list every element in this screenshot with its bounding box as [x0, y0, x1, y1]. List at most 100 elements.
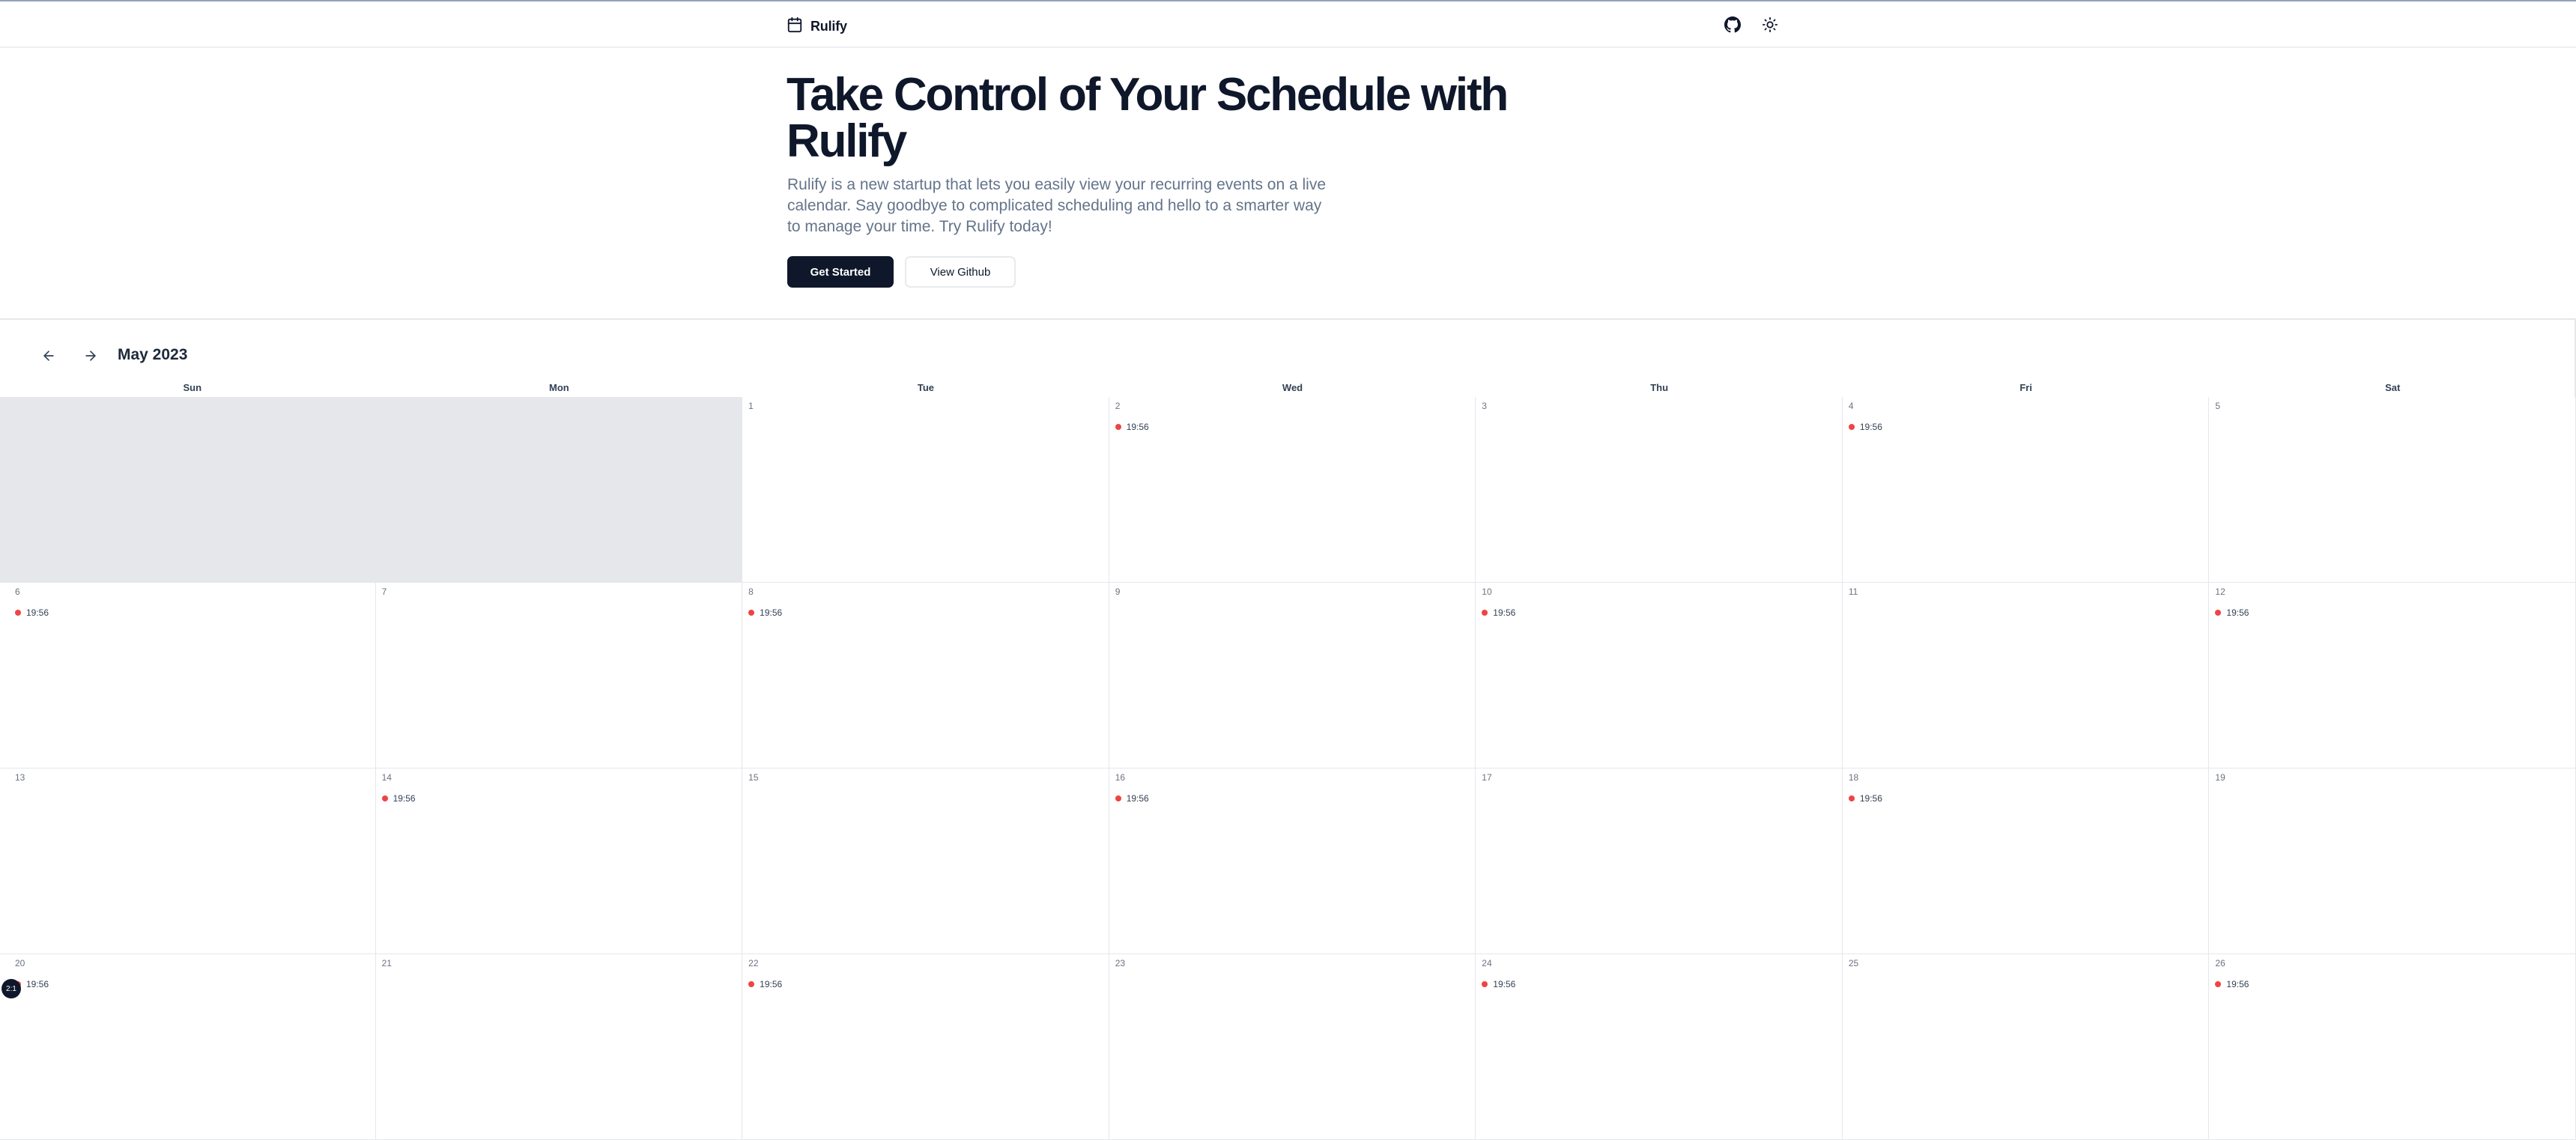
calendar-day-cell[interactable]: 18 19:56: [1842, 768, 2210, 954]
event-time: 19:56: [1859, 793, 1882, 804]
next-month-button[interactable]: [79, 345, 102, 367]
calendar-event[interactable]: 19:56: [381, 793, 416, 804]
day-number: 9: [1115, 586, 1121, 597]
event-time: 19:56: [2226, 607, 2249, 618]
calendar-day-cell[interactable]: 7: [375, 583, 743, 768]
calendar-day-cell[interactable]: 17: [1476, 768, 1843, 954]
calendar-day-cell[interactable]: 1: [742, 397, 1109, 583]
calendar-empty-cell: [0, 397, 376, 583]
day-number: 4: [1848, 401, 1854, 411]
weekday-label: Thu: [1650, 382, 1669, 393]
previous-month-button[interactable]: [37, 345, 60, 367]
hero-description: Rulify is a new startup that lets you ea…: [787, 176, 1326, 235]
hero-title: Take Control of Your Schedule with Rulif…: [787, 69, 1509, 167]
sun-icon[interactable]: [1760, 15, 1780, 34]
event-time: 19:56: [26, 607, 49, 618]
day-number: 14: [381, 772, 392, 783]
day-number: 1: [748, 401, 754, 411]
calendar-day-cell[interactable]: 19: [2209, 768, 2576, 954]
calendar-day-cell[interactable]: 6 19:56: [0, 583, 376, 768]
brand-name: Rulify: [810, 19, 847, 34]
calendar-event[interactable]: 19:56: [1115, 793, 1149, 804]
weekday-label: Sat: [2385, 382, 2401, 393]
calendar-day-cell[interactable]: 12 19:56: [2209, 583, 2576, 768]
brand-link[interactable]: Rulify: [787, 16, 847, 37]
calendar-event[interactable]: 19:56: [1482, 607, 1515, 618]
event-time: 19:56: [393, 793, 416, 804]
calendar-day-cell[interactable]: 9: [1109, 583, 1476, 768]
calendar-day-cell[interactable]: 20 19:56: [0, 954, 376, 1140]
day-number: 26: [2215, 958, 2225, 968]
arrow-right-icon: [85, 351, 96, 361]
day-number: 20: [15, 958, 25, 968]
weekday-header-row: Sun Mon Tue Wed Thu Fri Sat: [9, 382, 2576, 397]
calendar-event[interactable]: 19:56: [2215, 979, 2249, 989]
day-number: 15: [748, 772, 759, 783]
day-number: 2: [1115, 401, 1121, 411]
weekday-label: Mon: [549, 382, 569, 393]
event-dot-icon: [748, 610, 755, 616]
event-time: 19:56: [760, 979, 783, 989]
calendar-day-cell[interactable]: 2 19:56: [1109, 397, 1476, 583]
calendar-day-cell[interactable]: 22 19:56: [742, 954, 1109, 1140]
calendar-day-cell[interactable]: 15: [742, 768, 1109, 954]
get-started-button[interactable]: Get Started: [787, 256, 894, 288]
calendar-event[interactable]: 19:56: [748, 979, 782, 989]
day-number: 21: [381, 958, 392, 968]
calendar-day-cell[interactable]: 10 19:56: [1476, 583, 1843, 768]
day-number: 18: [1848, 772, 1859, 783]
calendar-event[interactable]: 19:56: [1848, 793, 1882, 804]
day-number: 19: [2215, 772, 2225, 783]
calendar-event[interactable]: 19:56: [15, 607, 49, 618]
event-dot-icon: [1482, 610, 1488, 616]
calendar-icon: [787, 16, 803, 37]
day-number: 12: [2215, 586, 2225, 597]
site-header: Rulify: [0, 1, 2576, 48]
weekday-label: Fri: [2019, 382, 2032, 393]
event-time: 19:56: [26, 979, 49, 989]
calendar-event[interactable]: 19:56: [1482, 979, 1515, 989]
calendar-day-cell[interactable]: 3: [1476, 397, 1843, 583]
event-dot-icon: [2215, 610, 2222, 616]
calendar-event[interactable]: 19:56: [2215, 607, 2249, 618]
day-number: 6: [15, 586, 20, 597]
event-time: 19:56: [2226, 979, 2249, 989]
weekday-label: Wed: [1282, 382, 1303, 393]
calendar-day-cell[interactable]: 5: [2209, 397, 2576, 583]
day-number: 22: [748, 958, 759, 968]
event-dot-icon: [748, 981, 755, 987]
calendar-day-cell[interactable]: 4 19:56: [1842, 397, 2210, 583]
day-number: 5: [2215, 401, 2221, 411]
floating-avatar-badge[interactable]: 2:1: [1, 979, 21, 998]
day-number: 23: [1115, 958, 1126, 968]
calendar-day-cell[interactable]: 26 19:56: [2209, 954, 2576, 1140]
calendar-day-cell[interactable]: 25: [1842, 954, 2210, 1140]
calendar-day-cell[interactable]: 11: [1842, 583, 2210, 768]
calendar-event[interactable]: 19:56: [748, 607, 782, 618]
calendar-month-title: May 2023: [118, 346, 188, 363]
event-dot-icon: [1848, 795, 1855, 801]
event-dot-icon: [1115, 795, 1121, 801]
calendar-day-cell[interactable]: 14 19:56: [375, 768, 743, 954]
view-github-button[interactable]: View Github: [905, 256, 1016, 288]
day-number: 25: [1848, 958, 1859, 968]
calendar-event[interactable]: 19:56: [1115, 422, 1149, 432]
weekday-label: Tue: [917, 382, 935, 393]
calendar-empty-cell: [375, 397, 743, 583]
event-time: 19:56: [1126, 793, 1149, 804]
calendar-event[interactable]: 19:56: [1848, 422, 1882, 432]
event-dot-icon: [381, 795, 388, 801]
day-number: 13: [15, 772, 25, 783]
calendar-day-cell[interactable]: 13: [0, 768, 376, 954]
calendar-day-cell[interactable]: 8 19:56: [742, 583, 1109, 768]
calendar-day-cell[interactable]: 16 19:56: [1109, 768, 1476, 954]
calendar-grid: 1 2 19:56 3 4 19:56 5 6 19:56 7 8 19:56 9 10 19:56 11 12…: [0, 397, 2576, 1140]
day-number: 8: [748, 586, 754, 597]
event-time: 19:56: [1859, 422, 1882, 432]
event-dot-icon: [1115, 424, 1121, 430]
day-number: 17: [1482, 772, 1492, 783]
calendar-day-cell[interactable]: 21: [375, 954, 743, 1140]
github-icon[interactable]: [1723, 15, 1742, 34]
calendar-day-cell[interactable]: 23: [1109, 954, 1476, 1140]
calendar-day-cell[interactable]: 24 19:56: [1476, 954, 1843, 1140]
